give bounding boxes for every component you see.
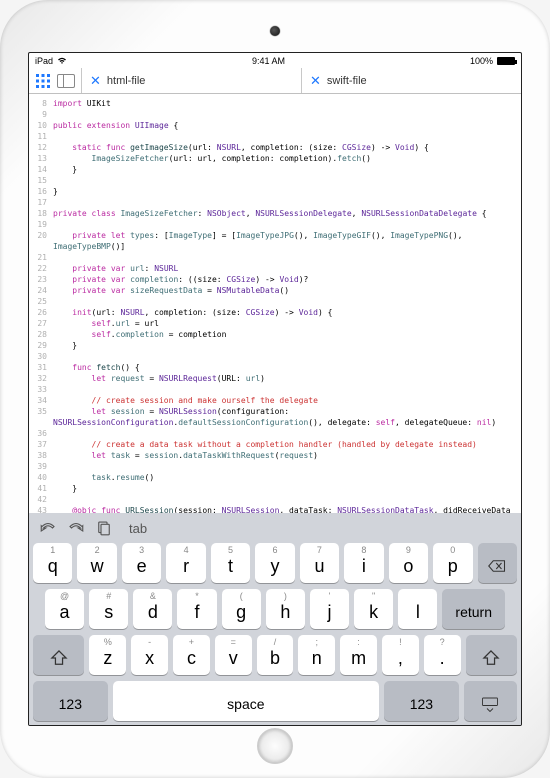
key-e[interactable]: 3e bbox=[122, 543, 161, 583]
backspace-key[interactable] bbox=[478, 543, 517, 583]
backspace-icon bbox=[488, 558, 506, 574]
app-grid-icon[interactable] bbox=[35, 73, 51, 89]
key-w[interactable]: 2w bbox=[77, 543, 116, 583]
code-editor[interactable]: 8 9 10 11 12 13 14 15 16 17 18 19 20 21 … bbox=[29, 94, 521, 513]
key-g[interactable]: (g bbox=[222, 589, 261, 629]
shift-icon bbox=[50, 650, 68, 666]
tab-swift-file[interactable]: ✕ swift-file bbox=[301, 68, 521, 93]
key-x[interactable]: -x bbox=[131, 635, 168, 675]
dismiss-keyboard-key[interactable] bbox=[464, 681, 517, 721]
key-c[interactable]: +c bbox=[173, 635, 210, 675]
home-button[interactable] bbox=[257, 728, 293, 764]
space-key[interactable]: space bbox=[113, 681, 379, 721]
return-key[interactable]: return bbox=[442, 589, 505, 629]
key-u[interactable]: 7u bbox=[300, 543, 339, 583]
shift-key[interactable] bbox=[466, 635, 517, 675]
clipboard-icon[interactable] bbox=[95, 519, 113, 537]
key-q[interactable]: 1q bbox=[33, 543, 72, 583]
key-j[interactable]: 'j bbox=[310, 589, 349, 629]
status-bar: iPad 9:41 AM 100% bbox=[29, 53, 521, 68]
number-mode-key[interactable]: 123 bbox=[33, 681, 108, 721]
tab-label: html-file bbox=[107, 75, 146, 87]
key-s[interactable]: #s bbox=[89, 589, 128, 629]
key-,[interactable]: !, bbox=[382, 635, 419, 675]
key-n[interactable]: ;n bbox=[298, 635, 335, 675]
key-h[interactable]: )h bbox=[266, 589, 305, 629]
ipad-frame: iPad 9:41 AM 100% ✕ html-file bbox=[0, 0, 550, 778]
key-b[interactable]: /b bbox=[257, 635, 294, 675]
key-l[interactable]: l bbox=[398, 589, 437, 629]
key-p[interactable]: 0p bbox=[433, 543, 472, 583]
wifi-icon bbox=[57, 57, 67, 65]
soft-keyboard: tab 1q2w3e4r5t6y7u8i9o0p @a#s&d*f(g)h'j"… bbox=[29, 513, 521, 725]
shift-key[interactable] bbox=[33, 635, 84, 675]
carrier-label: iPad bbox=[35, 56, 53, 66]
key-k[interactable]: "k bbox=[354, 589, 393, 629]
keyboard-hide-icon bbox=[481, 696, 499, 712]
key-t[interactable]: 5t bbox=[211, 543, 250, 583]
key-d[interactable]: &d bbox=[133, 589, 172, 629]
key-a[interactable]: @a bbox=[45, 589, 84, 629]
camera-icon bbox=[270, 26, 280, 36]
shift-icon bbox=[482, 650, 500, 666]
battery-percent-label: 100% bbox=[470, 56, 493, 66]
undo-icon[interactable] bbox=[39, 519, 57, 537]
key-v[interactable]: =v bbox=[215, 635, 252, 675]
key-m[interactable]: :m bbox=[340, 635, 377, 675]
close-icon[interactable]: ✕ bbox=[90, 73, 101, 89]
battery-icon bbox=[497, 57, 515, 65]
screen: iPad 9:41 AM 100% ✕ html-file bbox=[28, 52, 522, 726]
redo-icon[interactable] bbox=[67, 519, 85, 537]
code-content[interactable]: import UIKit public extension UIImage { … bbox=[51, 94, 521, 513]
tab-bar: ✕ html-file ✕ swift-file bbox=[29, 68, 521, 94]
keyboard-toolbar: tab bbox=[33, 517, 517, 543]
key-z[interactable]: %z bbox=[89, 635, 126, 675]
tab-html-file[interactable]: ✕ html-file bbox=[81, 68, 301, 93]
key-r[interactable]: 4r bbox=[166, 543, 205, 583]
tab-key-label[interactable]: tab bbox=[129, 521, 147, 536]
key-y[interactable]: 6y bbox=[255, 543, 294, 583]
line-number-gutter: 8 9 10 11 12 13 14 15 16 17 18 19 20 21 … bbox=[29, 94, 51, 513]
key-f[interactable]: *f bbox=[177, 589, 216, 629]
sidebar-toggle-icon[interactable] bbox=[57, 74, 75, 88]
key-i[interactable]: 8i bbox=[344, 543, 383, 583]
close-icon[interactable]: ✕ bbox=[310, 73, 321, 89]
key-o[interactable]: 9o bbox=[389, 543, 428, 583]
clock-label: 9:41 AM bbox=[252, 56, 285, 66]
number-mode-key[interactable]: 123 bbox=[384, 681, 459, 721]
key-.[interactable]: ?. bbox=[424, 635, 461, 675]
tab-label: swift-file bbox=[327, 75, 367, 87]
